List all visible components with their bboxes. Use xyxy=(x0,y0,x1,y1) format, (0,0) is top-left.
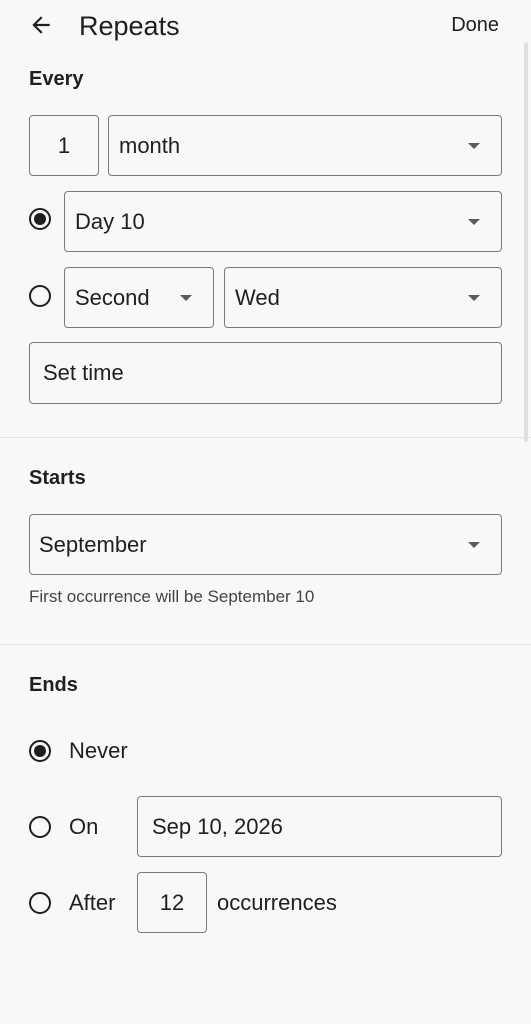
starts-label: Starts xyxy=(29,467,86,489)
radio-weekday-option[interactable] xyxy=(29,285,51,307)
every-label: Every xyxy=(29,68,84,90)
day-dropdown[interactable]: Day 10 xyxy=(64,191,502,252)
unit-value: month xyxy=(119,132,181,158)
caret-down-icon xyxy=(180,294,192,301)
back-arrow-icon[interactable] xyxy=(28,12,54,38)
ordinal-dropdown[interactable]: Second xyxy=(64,267,214,328)
first-occurrence-helper: First occurrence will be September 10 xyxy=(29,587,315,606)
ends-on-label[interactable]: On xyxy=(69,813,98,841)
ends-after-label[interactable]: After xyxy=(69,889,115,917)
day-value: Day 10 xyxy=(75,208,145,234)
occurrence-count-value: 12 xyxy=(159,889,185,915)
radio-ends-on[interactable] xyxy=(29,816,51,838)
section-divider xyxy=(0,644,531,645)
interval-input[interactable]: 1 xyxy=(29,115,99,176)
start-month-value: September xyxy=(39,531,147,557)
radio-ends-never[interactable] xyxy=(29,740,51,762)
page-title: Repeats xyxy=(79,11,180,41)
weekday-dropdown[interactable]: Wed xyxy=(224,267,502,328)
caret-down-icon xyxy=(468,541,480,548)
radio-ends-after[interactable] xyxy=(29,892,51,914)
occurrences-label: occurrences xyxy=(217,890,337,915)
caret-down-icon xyxy=(468,218,480,225)
set-time-placeholder: Set time xyxy=(43,360,124,385)
start-month-dropdown[interactable]: September xyxy=(29,514,502,575)
end-date-value: Sep 10, 2026 xyxy=(152,813,283,839)
radio-selected-dot xyxy=(34,213,46,225)
unit-dropdown[interactable]: month xyxy=(108,115,502,176)
done-button[interactable]: Done xyxy=(451,12,499,38)
caret-down-icon xyxy=(468,294,480,301)
radio-selected-dot xyxy=(34,745,46,757)
ordinal-value: Second xyxy=(75,284,150,310)
ends-never-label[interactable]: Never xyxy=(69,737,128,765)
end-date-field[interactable]: Sep 10, 2026 xyxy=(137,796,502,857)
section-divider xyxy=(0,437,531,438)
set-time-field[interactable]: Set time xyxy=(29,342,502,404)
occurrence-count-input[interactable]: 12 xyxy=(137,872,207,933)
ends-label: Ends xyxy=(29,674,78,696)
weekday-value: Wed xyxy=(235,284,280,310)
radio-day-option[interactable] xyxy=(29,208,51,230)
interval-value: 1 xyxy=(57,132,71,158)
scrollbar[interactable] xyxy=(524,42,528,442)
caret-down-icon xyxy=(468,142,480,149)
